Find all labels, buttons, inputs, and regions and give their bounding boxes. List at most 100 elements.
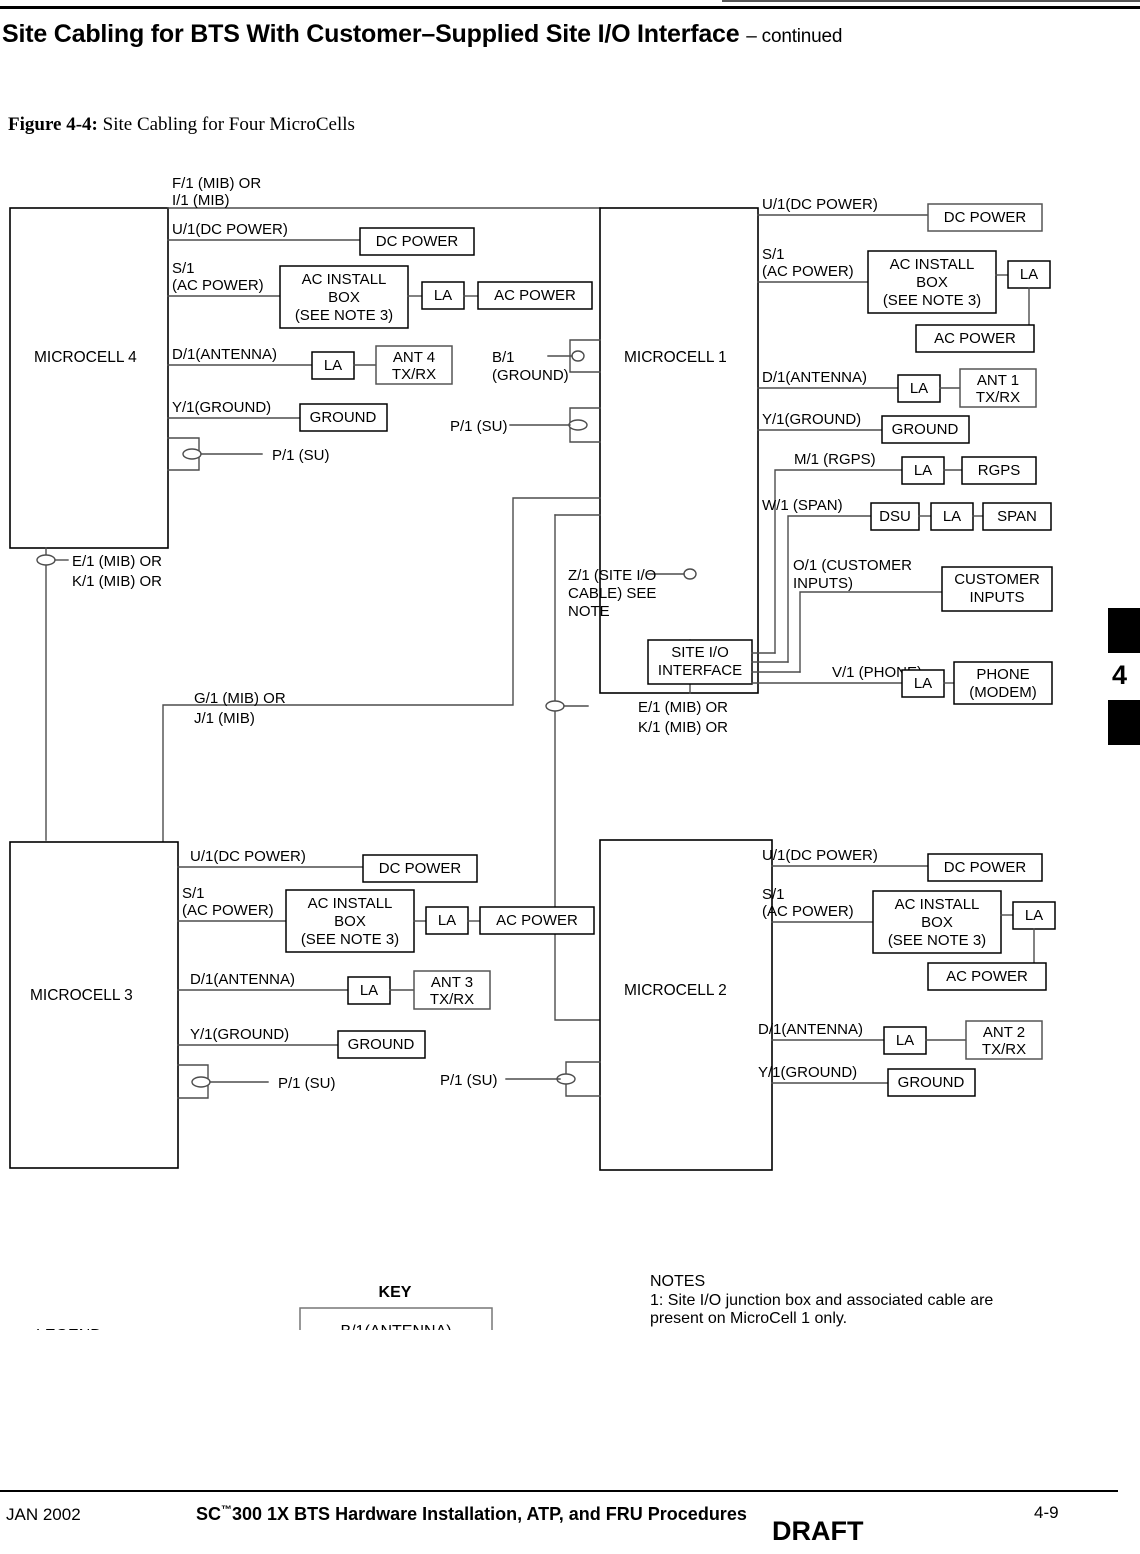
- microcell-2-body: [599, 839, 773, 1171]
- mc2-label-s1-b: (AC POWER): [762, 903, 854, 920]
- figure-title: Site Cabling for Four MicroCells: [102, 114, 355, 135]
- microcell-2-label: MICROCELL 2: [624, 982, 727, 999]
- mc4-ground-label: GROUND: [310, 409, 377, 426]
- mc3-label-d1: D/1(ANTENNA): [190, 971, 295, 988]
- mc4-label-s1-a: S/1: [172, 260, 195, 277]
- mc1-customer-inputs-l1: CUSTOMER: [954, 571, 1040, 588]
- microcell-4-label: MICROCELL 4: [34, 349, 137, 366]
- mc1-phone-l2: (MODEM): [969, 684, 1037, 701]
- z1-connector-icon: [683, 568, 697, 580]
- mc4-ac-install-l2: BOX: [328, 289, 360, 306]
- mc1-e1-connector-icon: [545, 700, 565, 712]
- footer-title-prefix: SC: [196, 1504, 222, 1524]
- mc1-label-b1-a: B/1: [492, 349, 515, 366]
- mc3-label-s1-a: S/1: [182, 885, 205, 902]
- microcell-1-body: [599, 207, 759, 694]
- label-z1-a: Z/1 (SITE I/O: [568, 567, 656, 584]
- mc4-p1-connector-icon: [182, 448, 202, 460]
- mc1-ac-install-l2: BOX: [916, 274, 948, 291]
- footer-page-number: 4-9: [1034, 1503, 1059, 1522]
- mc1-la-rgps-label: LA: [914, 462, 932, 479]
- mc1-label-y1: Y/1(GROUND): [762, 411, 861, 428]
- note-1-l2: present on MicroCell 1 only.: [650, 1310, 847, 1327]
- footer-title-rest: 300 1X BTS Hardware Installation, ATP, a…: [232, 1504, 747, 1524]
- label-i1-mib: I/1 (MIB): [172, 192, 230, 209]
- mc2-ant2-l1: ANT 2: [983, 1024, 1025, 1041]
- page-title: Site Cabling for BTS With Customer–Suppl…: [2, 20, 842, 49]
- mc4-ant4-l2: TX/RX: [392, 366, 436, 383]
- mc1-dc-power-label: DC POWER: [944, 209, 1027, 226]
- mc1-label-d1: D/1(ANTENNA): [762, 369, 867, 386]
- label-z1-b: CABLE) SEE: [568, 585, 656, 602]
- footer-rule: [0, 1490, 1118, 1492]
- mc1-customer-inputs-l2: INPUTS: [969, 589, 1024, 606]
- mc3-ant3-l1: ANT 3: [431, 974, 473, 991]
- mc4-ac-install-l1: AC INSTALL: [302, 271, 387, 288]
- mc1-la-ac-label: LA: [1020, 266, 1038, 283]
- mc4-label-y1: Y/1(GROUND): [172, 399, 271, 416]
- mc1-label-w1: W/1 (SPAN): [762, 497, 843, 514]
- mc2-ac-install-l3: (SEE NOTE 3): [888, 932, 986, 949]
- mc1-ac-install-l1: AC INSTALL: [890, 256, 975, 273]
- mc4-label-u1: U/1(DC POWER): [172, 221, 288, 238]
- note-1-l1: 1: Site I/O junction box and associated …: [650, 1292, 993, 1309]
- mc3-ac-install-l2: BOX: [334, 913, 366, 930]
- mc1-label-o1-b: INPUTS): [793, 575, 853, 592]
- mc4-ac-install-l3: (SEE NOTE 3): [295, 307, 393, 324]
- mc3-label-p1: P/1 (SU): [278, 1075, 336, 1092]
- mc4-label-p1: P/1 (SU): [272, 447, 330, 464]
- mc3-la-ac-label: LA: [438, 912, 456, 929]
- mc3-ac-install-l3: (SEE NOTE 3): [301, 931, 399, 948]
- mc1-label-s1-a: S/1: [762, 246, 785, 263]
- mc2-ant2-l2: TX/RX: [982, 1041, 1026, 1058]
- header-rule-top: [0, 6, 1140, 9]
- mc3-label-s1-b: (AC POWER): [182, 902, 274, 919]
- mc1-label-m1: M/1 (RGPS): [794, 451, 876, 468]
- cabling-diagram: MICROCELL 4 F/1 (MIB) OR I/1 (MIB) U/1(D…: [0, 150, 1140, 1330]
- mc2-dc-power-label: DC POWER: [944, 859, 1027, 876]
- mc1-phone-l1: PHONE: [976, 666, 1029, 683]
- page-tab-block-bottom: [1108, 700, 1140, 745]
- mc2-label-d1: D/1(ANTENNA): [758, 1021, 863, 1038]
- label-j1: J/1 (MIB): [194, 710, 255, 727]
- mc2-ac-install-l1: AC INSTALL: [895, 896, 980, 913]
- label-g1: G/1 (MIB) OR: [194, 690, 286, 707]
- mc1-label-e1: E/1 (MIB) OR: [638, 699, 728, 716]
- microcell-4-body: [9, 207, 169, 549]
- mc1-rgps-label: RGPS: [978, 462, 1021, 479]
- mc2-la-ac-label: LA: [1025, 907, 1043, 924]
- mc1-ant1-l2: TX/RX: [976, 389, 1020, 406]
- footer-draft-watermark: DRAFT: [772, 1516, 864, 1546]
- mc1-ground-label: GROUND: [892, 421, 959, 438]
- mc3-ant3-l2: TX/RX: [430, 991, 474, 1008]
- mc4-e1-connector-icon: [36, 554, 56, 566]
- mc4-label-d1: D/1(ANTENNA): [172, 346, 277, 363]
- label-z1-c: NOTE: [568, 603, 610, 620]
- mc1-ac-install-l3: (SEE NOTE 3): [883, 292, 981, 309]
- notes-heading: NOTES: [650, 1273, 705, 1290]
- mc1-label-s1-b: (AC POWER): [762, 263, 854, 280]
- mc2-label-u1: U/1(DC POWER): [762, 847, 878, 864]
- figure-number: Figure 4-4:: [8, 114, 98, 135]
- microcell-1-label: MICROCELL 1: [624, 349, 727, 366]
- microcell-3-body: [9, 841, 179, 1169]
- mc3-dc-power-label: DC POWER: [379, 860, 462, 877]
- mc1-label-k1: K/1 (MIB) OR: [638, 719, 728, 736]
- mc3-p1-connector-icon: [191, 1076, 211, 1088]
- footer-date: JAN 2002: [6, 1505, 81, 1524]
- mc4-label-s1-b: (AC POWER): [172, 277, 264, 294]
- mc4-label-e1: E/1 (MIB) OR: [72, 553, 162, 570]
- mc3-label-u1: U/1(DC POWER): [190, 848, 306, 865]
- mc4-dc-power-label: DC POWER: [376, 233, 459, 250]
- mc1-label-b1-b: (GROUND): [492, 367, 569, 384]
- mc1-dsu-label: DSU: [879, 508, 911, 525]
- site-io-l1: SITE I/O: [671, 644, 729, 661]
- page-title-continued: – continued: [746, 26, 843, 47]
- key-sample-label: B/1(ANTENNA): [340, 1323, 451, 1330]
- mc2-label-p1: P/1 (SU): [440, 1072, 498, 1089]
- document-page: Site Cabling for BTS With Customer–Suppl…: [0, 0, 1140, 1554]
- mc1-la-phone-label: LA: [914, 675, 932, 692]
- page-tab-number: 4: [1112, 660, 1128, 690]
- mc1-o1-line: [799, 591, 943, 673]
- mc2-ac-power-label: AC POWER: [946, 968, 1028, 985]
